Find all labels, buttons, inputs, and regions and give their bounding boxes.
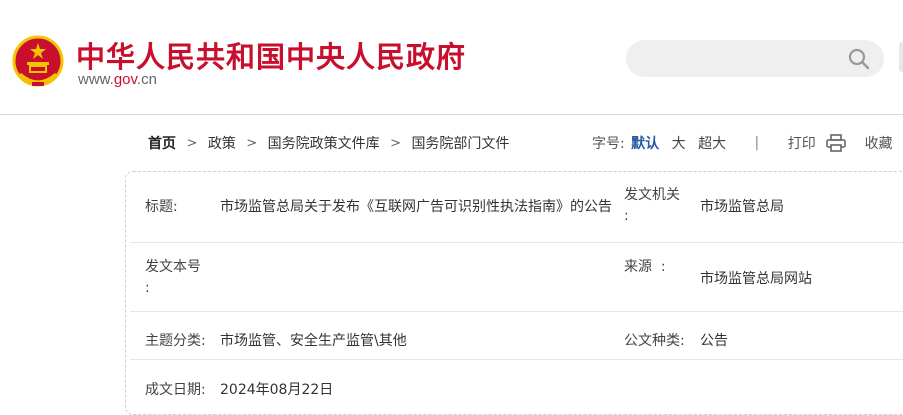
print-button[interactable]: 打印 <box>788 133 846 153</box>
info-row-doc-number: 发文本号 : 来源 : 市场监管总局网站 <box>130 243 903 312</box>
favorite-label: 收藏 <box>864 136 893 152</box>
doc-number-label-line-1: 发文本号 <box>145 259 201 275</box>
subject-value: 市场监管、安全生产监管\其他 <box>220 333 407 349</box>
search-icon[interactable] <box>848 48 870 70</box>
info-row-title: 标题: 市场监管总局关于发布《互联网广告可识别性执法指南》的公告 发文机关 : … <box>130 172 903 243</box>
site-title[interactable]: 中华人民共和国中央人民政府 <box>76 34 466 76</box>
print-label: 打印 <box>787 136 816 152</box>
doc-type-label: 公文种类: <box>624 333 685 349</box>
chevron-right-icon: > <box>246 135 258 151</box>
subject-label: 主题分类: <box>145 333 206 349</box>
font-size-label: 字号: <box>592 136 625 152</box>
chevron-right-icon: > <box>186 135 198 151</box>
font-size-xlarge-button[interactable]: 超大 <box>698 133 726 153</box>
title-label: 标题: <box>145 199 178 215</box>
info-row-date: 成文日期: 2024年08月22日 <box>130 360 903 410</box>
source-label: 来源 : <box>624 259 666 275</box>
date-label: 成文日期: <box>145 382 206 398</box>
document-info-card: 标题: 市场监管总局关于发布《互联网广告可识别性执法指南》的公告 发文机关 : … <box>125 171 903 415</box>
issuer-label-line-2: : <box>624 208 629 224</box>
favorite-button[interactable]: 收藏 <box>865 133 903 153</box>
date-value: 2024年08月22日 <box>220 382 334 398</box>
issuer-value: 市场监管总局 <box>700 199 784 215</box>
breadcrumb-policy-library[interactable]: 国务院政策文件库 <box>268 133 380 153</box>
site-header: 中华人民共和国中央人民政府 www.gov.cn <box>0 0 903 115</box>
doc-number-label-line-2: : <box>145 280 150 296</box>
national-emblem-icon[interactable] <box>12 34 64 90</box>
breadcrumb-policy[interactable]: 政策 <box>208 133 236 153</box>
site-domain: www.gov.cn <box>78 71 157 88</box>
domain-prefix: www. <box>78 71 114 88</box>
doc-type-value: 公告 <box>700 333 728 349</box>
domain-highlight: gov <box>113 71 137 88</box>
info-row-subject: 主题分类: 市场监管、安全生产监管\其他 公文种类: 公告 <box>130 312 903 360</box>
source-value: 市场监管总局网站 <box>700 271 812 287</box>
side-tab[interactable] <box>899 42 903 72</box>
issuer-label: 发文机关 : <box>624 185 680 227</box>
breadcrumb: 首页 > 政策 > 国务院政策文件库 > 国务院部门文件 <box>148 133 509 153</box>
issuer-label-line-1: 发文机关 <box>624 187 680 203</box>
domain-suffix: .cn <box>136 71 157 88</box>
breadcrumb-department-docs[interactable]: 国务院部门文件 <box>411 133 509 153</box>
title-value: 市场监管总局关于发布《互联网广告可识别性执法指南》的公告 <box>220 199 612 215</box>
page-tools: 字号: 默认 大 超大 | 打印 收藏 <box>592 133 903 153</box>
font-size-large-button[interactable]: 大 <box>672 133 686 153</box>
breadcrumb-home[interactable]: 首页 <box>148 133 176 153</box>
doc-number-label: 发文本号 : <box>145 257 201 299</box>
font-size-default-button[interactable]: 默认 <box>631 133 659 153</box>
toolbar-divider: | <box>754 135 760 151</box>
printer-icon <box>826 134 846 152</box>
chevron-right-icon: > <box>390 135 401 151</box>
search-input[interactable] <box>626 40 884 77</box>
